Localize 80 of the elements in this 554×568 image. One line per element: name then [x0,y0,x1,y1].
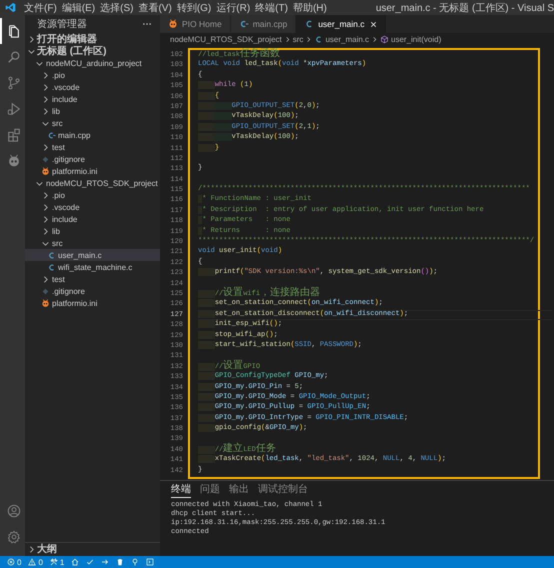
sidebar-title: 资源管理器 [37,18,88,31]
tree-item[interactable]: platformio.ini [25,165,160,177]
cube-icon [380,34,390,44]
tree-item[interactable]: .pio [25,69,160,81]
status-item[interactable]: 1 [50,558,64,566]
vscode-logo-icon[interactable] [5,2,16,13]
tree-item[interactable]: .gitignore [25,153,160,165]
tree-item[interactable]: include [25,93,160,105]
c-file-icon [314,34,324,44]
tree-item[interactable]: .pio [25,189,160,201]
search-icon[interactable] [6,50,20,64]
panel-tab[interactable]: 调试控制台 [258,484,308,498]
status-item[interactable]: 0 [28,558,43,566]
files-icon[interactable] [6,24,20,38]
menu-item[interactable]: 转到(G) [174,0,214,14]
menu-item[interactable]: 文件(F) [22,0,59,14]
chevron-right-icon [305,36,312,42]
tree-item[interactable]: src [25,237,160,249]
window-title: user_main.c - 无标题 (工作区) - Visual S [376,2,554,14]
panel-tab[interactable]: 终端 [171,484,191,498]
error-icon [7,558,15,566]
tree-item[interactable]: nodeMCU_RTOS_SDK_project [25,177,160,189]
alien-head-icon [168,19,178,29]
editor-tab[interactable]: PIO Home [160,15,231,33]
section-header[interactable]: 无标题 (工作区) [25,45,160,57]
cpp-file-icon [47,130,56,140]
warning-icon [28,558,36,566]
tree-item[interactable]: src [25,117,160,129]
tree-item[interactable]: .vscode [25,201,160,213]
tree-item[interactable]: .gitignore [25,285,160,297]
tree-item[interactable]: .vscode [25,81,160,93]
tree-item[interactable]: platformio.ini [25,297,160,309]
home-icon[interactable] [71,558,80,566]
menu-item[interactable]: 编辑(E) [60,0,98,14]
panel-tab[interactable]: 问题 [200,484,220,498]
breadcrumb-item[interactable]: user_main.c [325,34,370,44]
alien-head-icon [41,166,50,176]
tree-item[interactable]: wifi_state_machine.c [25,261,160,273]
menu-item[interactable]: 查看(V) [136,0,174,14]
breadcrumb-item[interactable]: user_init(void) [391,34,442,44]
check-icon[interactable] [86,558,94,566]
menu-item[interactable]: 选择(S) [98,0,136,14]
tree-item[interactable]: include [25,213,160,225]
branch-icon[interactable] [6,76,20,90]
menu-item[interactable]: 运行(R) [214,0,252,14]
tree-item[interactable]: main.cpp [25,129,160,141]
status-item[interactable]: 0 [7,558,22,566]
tree-item[interactable]: lib [25,105,160,117]
account-icon[interactable] [6,504,20,518]
alien-head-icon[interactable] [6,154,20,168]
chevron-right-icon [371,36,378,42]
diamond-icon [41,154,50,164]
tree-item[interactable]: nodeMCU_arduino_project [25,57,160,69]
section-header[interactable]: 大纲 [25,543,160,555]
breadcrumb-item[interactable]: nodeMCU_RTOS_SDK_project [170,34,282,44]
play-bug-icon[interactable] [6,102,20,116]
tree-item[interactable]: test [25,273,160,285]
tree-item[interactable]: lib [25,225,160,237]
terminal-icon[interactable] [146,558,154,566]
c-file-icon [304,19,314,29]
breadcrumb-item[interactable]: src [292,34,304,44]
close-icon[interactable] [368,20,378,28]
plug-icon[interactable] [131,558,140,566]
menu-item[interactable]: 帮助(H) [290,0,329,14]
alien-head-icon [41,298,50,308]
menu-item[interactable]: 终端(T) [253,0,290,14]
tools-icon [50,558,58,566]
editor-tab[interactable]: user_main.c [296,15,386,33]
section-header[interactable]: 打开的编辑器 [25,33,160,45]
panel-tab[interactable]: 输出 [229,484,249,498]
trash-icon[interactable] [116,558,124,566]
blocks-icon[interactable] [6,128,20,142]
settings-icon[interactable] [6,530,20,544]
arrow-right-icon[interactable] [101,558,110,566]
tree-item[interactable]: user_main.c [25,249,160,261]
editor-tab[interactable]: main.cpp [230,15,296,33]
diamond-icon [41,286,50,296]
tree-item[interactable]: test [25,141,160,153]
cpp-file-icon [238,19,249,29]
chevron-right-icon [284,36,291,42]
